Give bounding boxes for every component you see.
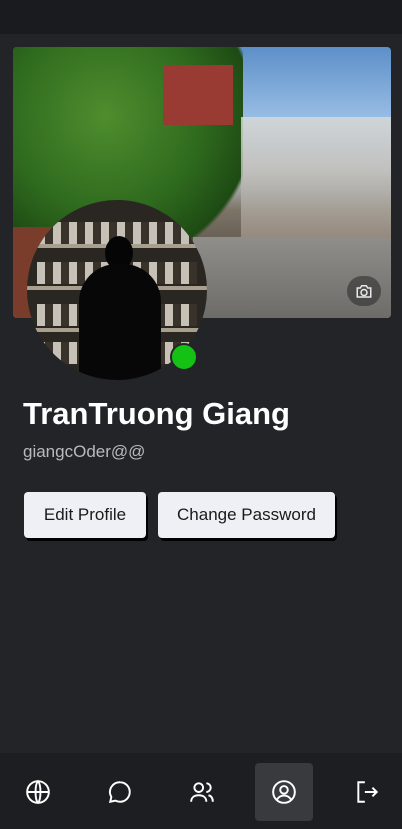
chat-bubble-icon <box>107 779 133 805</box>
top-bar <box>0 0 402 34</box>
nav-chats[interactable] <box>91 763 149 821</box>
nav-logout[interactable] <box>338 763 396 821</box>
change-password-button[interactable]: Change Password <box>158 492 335 538</box>
profile-display-name: TranTruong Giang <box>23 396 290 431</box>
profile-username: giangcOder@@ <box>23 442 146 461</box>
user-circle-icon <box>271 779 297 805</box>
avatar-person-body <box>79 264 161 380</box>
change-cover-button[interactable] <box>347 276 381 306</box>
camera-icon <box>355 283 373 299</box>
globe-icon <box>25 779 51 805</box>
online-status-badge <box>170 343 198 371</box>
nav-profile[interactable] <box>255 763 313 821</box>
cover-house <box>163 65 233 125</box>
users-icon <box>189 779 215 805</box>
edit-profile-button[interactable]: Edit Profile <box>24 492 146 538</box>
bottom-navigation <box>0 753 402 829</box>
nav-friends[interactable] <box>173 763 231 821</box>
nav-explore[interactable] <box>9 763 67 821</box>
logout-icon <box>354 779 380 805</box>
